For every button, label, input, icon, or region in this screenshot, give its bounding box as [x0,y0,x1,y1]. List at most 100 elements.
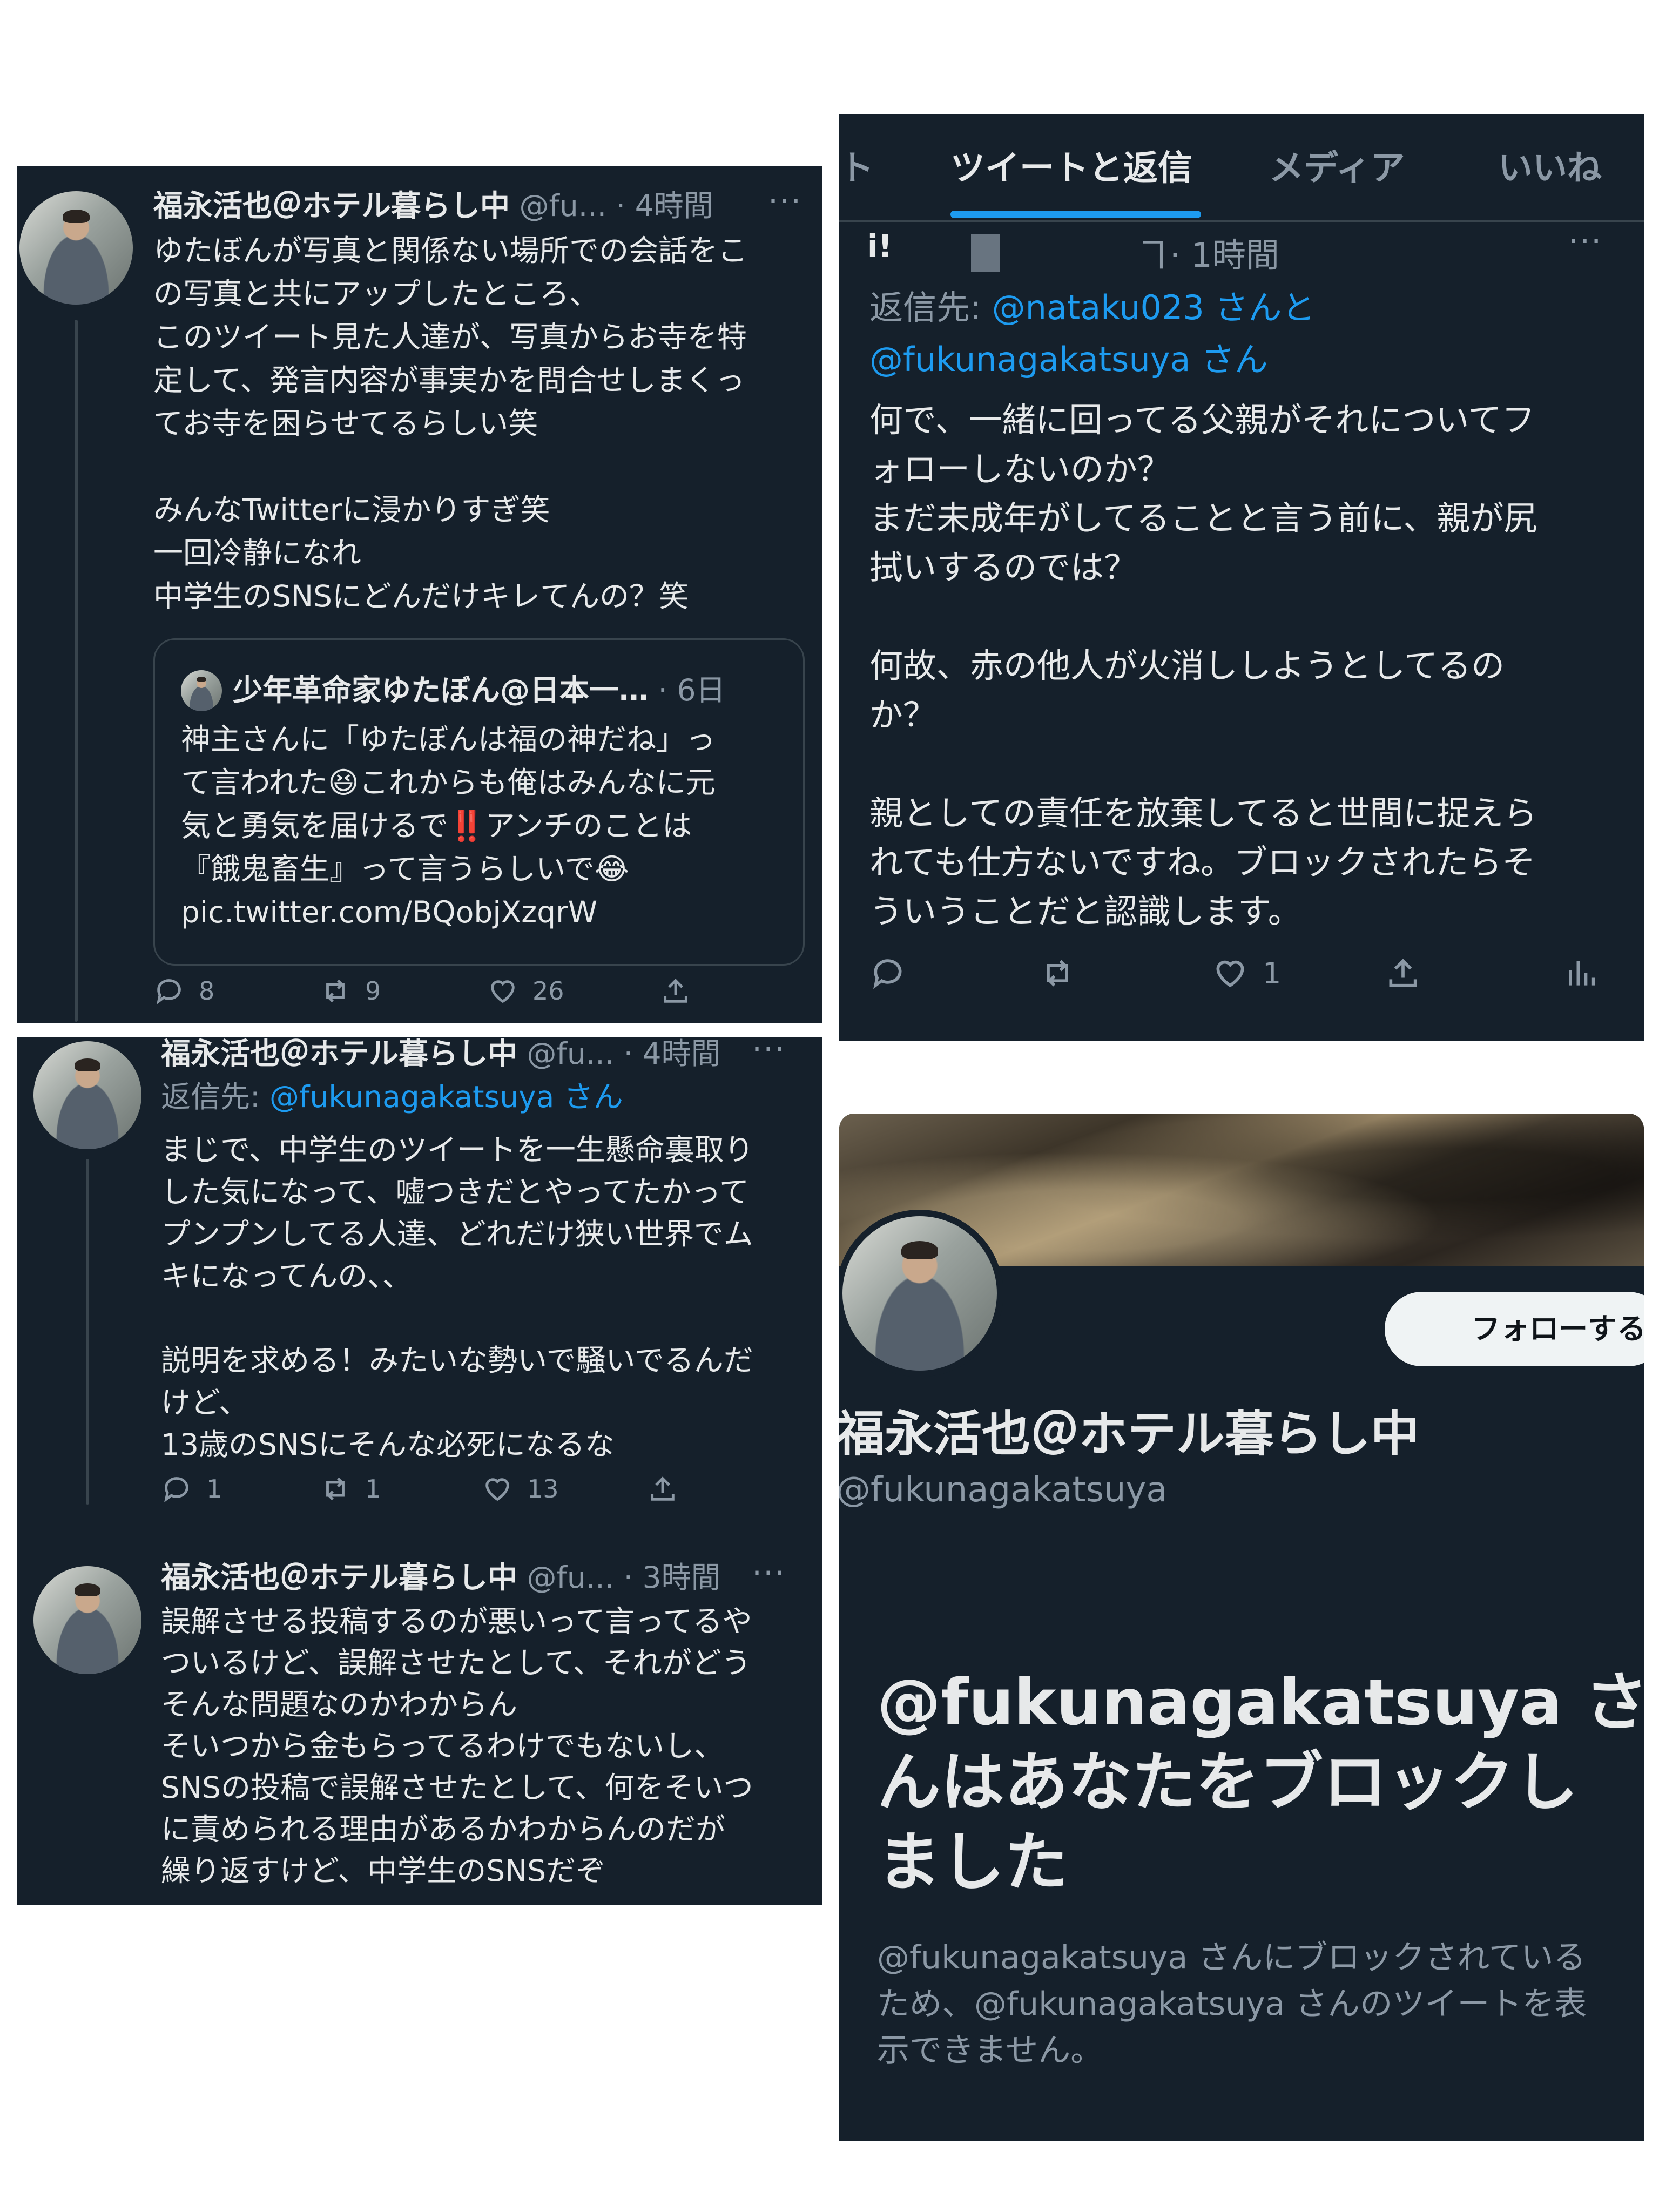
blocked-title: @fukunagakatsuya さ んはあなたをブロックし ました [877,1662,1644,1902]
avatar[interactable] [33,1566,141,1674]
active-tab-indicator [950,211,1201,218]
more-options-icon[interactable]: ··· [768,183,802,220]
retweet-button[interactable] [1039,955,1076,992]
quoted-header: 少年革命家ゆたぼん@日本一… · 6日 [233,671,725,709]
like-button[interactable]: 1 [1212,955,1281,992]
tab-tweets[interactable]: ト [839,140,874,190]
more-options-icon[interactable]: ··· [752,1037,786,1068]
reply-prefix: 返信先: [161,1080,270,1114]
blocked-desc-line: @fukunagakatsuya さんにブロックされている [877,1939,1586,1977]
tweet-line: ゆたぼんが写真と関係ない場所での会話をこ [153,233,748,268]
user-fragment[interactable]: i! [867,228,892,265]
heart-icon [1216,960,1244,988]
tweet-line: 繰り返すけど、中学生のSNSだぞ [161,1853,606,1888]
tweet-line: ついるけど、誤解させたとして、それがどう [161,1645,751,1680]
share-button[interactable] [660,975,691,1007]
profile-handle: @fukunagakatsuya [839,1470,1168,1510]
tweet-line: 説明を求める！みたいな勢いで騒いでるんだ [161,1343,753,1378]
share-icon [1389,959,1417,987]
retweet-icon [326,979,345,1003]
tweet-line: に責められる理由があるかわからんのだが [161,1812,726,1846]
blocked-description: @fukunagakatsuya さんにブロックされている ため、@fukuna… [877,1934,1587,2074]
share-icon [651,1476,675,1501]
tweet-line: まじで、中学生のツイートを一生懸命裏取り [161,1132,754,1167]
blocked-desc-line: ため、@fukunagakatsuya さんのツイートを表 [877,1985,1587,2023]
quoted-line: 『餓鬼畜生』って言うらしいで😂 [181,852,629,886]
display-name[interactable]: 福永活也＠ホテル暮らし中 [161,1560,517,1595]
tweet-line [153,445,747,488]
tab-tweets-and-replies[interactable]: ツイートと返信 [950,140,1192,190]
reply-button[interactable] [869,955,906,992]
mention-link[interactable]: @fukunagakatsuya [269,1080,554,1114]
more-options-icon[interactable]: ··· [1568,222,1602,260]
tweet-line: けど、 [161,1385,249,1420]
like-count: 26 [532,976,564,1006]
tweet-line: 拭いするのでは？ [869,548,1138,587]
tweet-line [869,592,1537,641]
tweet-panel-2: 福永活也＠ホテル暮らし中 @fu... · 4時間 ··· 返信先: @fuku… [17,1037,822,1905]
tweet-line: 中学生のSNSにどんだけキレてんの？笑 [153,579,689,613]
mention-link[interactable]: @nataku023 [992,288,1204,327]
tab-likes[interactable]: いいね [1498,140,1602,190]
tweet-meta: @fu... · 4時間 [519,188,713,223]
retweet-button[interactable]: 9 [320,975,381,1007]
tweet-line: SNSの投稿で誤解させたとして、何をそいつ [161,1770,753,1805]
tweet-meta: @fu... · 4時間 [527,1037,721,1071]
tweet-line: 何故、赤の他人が火消ししようとしてるの [869,646,1505,685]
reply-connector: さんと [1204,288,1316,327]
thread-line [86,1159,89,1505]
reply-button[interactable]: 8 [153,975,214,1007]
reply-suffix: さん [1190,340,1269,379]
tweet-line: した気になって、嘘つきだとやってたかって [161,1175,750,1209]
reply-icon [873,959,902,989]
like-button[interactable]: 13 [482,1473,559,1505]
display-name[interactable]: 福永活也＠ホテル暮らし中 [161,1037,517,1071]
retweet-count: 9 [365,976,381,1006]
analytics-button[interactable] [1563,955,1600,992]
reply-prefix: 返信先: [869,288,992,327]
share-button[interactable] [647,1473,678,1505]
quoted-tweet[interactable]: 少年革命家ゆたぼん@日本一… · 6日 神主さんに「ゆたぼんは福の神だね」っ て… [153,638,805,966]
tweet-line [869,739,1537,788]
quoted-link[interactable]: pic.twitter.com/BQobjXzqrW [181,891,716,934]
retweet-button[interactable]: 1 [320,1473,381,1505]
tweet-line [161,1297,754,1339]
blocked-profile-panel: フォローする 福永活也＠ホテル暮らし中 @fukunagakatsuya @fu… [839,1114,1644,2141]
tweet-body: 何で、一緒に回ってる父親がそれについてフ ォローしないのか？ まだ未成年がしてる… [869,395,1537,936]
like-count: 13 [527,1474,559,1503]
tweet-line: 親としての責任を放棄してると世間に捉えら [869,793,1537,833]
avatar[interactable] [19,191,133,305]
tweet-meta: @fu... · 3時間 [527,1560,721,1595]
avatar[interactable] [33,1041,141,1149]
profile-avatar[interactable] [839,1210,1003,1377]
tweet-line: 何で、一緒に回ってる父親がそれについてフ [869,400,1535,440]
heart-icon [491,980,515,1003]
quoted-line: 神主さんに「ゆたぼんは福の神だね」っ [181,722,716,757]
heart-icon [485,1478,509,1501]
tweet-line: れても仕方ないですね。ブロックされたらそ [869,842,1536,882]
tweet-meta: ヿ· 1時間 [1136,235,1279,275]
quoted-display-name: 少年革命家ゆたぼん@日本一… [233,673,649,707]
reply-button[interactable]: 1 [161,1473,222,1505]
display-name[interactable]: 福永活也＠ホテル暮らし中 [153,188,510,223]
share-button[interactable] [1385,955,1421,992]
retweet-count: 1 [365,1474,381,1503]
follow-button[interactable]: フォローする [1385,1292,1644,1366]
tweet-body: 誤解させる投稿するのが悪いって言ってるや ついるけど、誤解させたとして、それがど… [161,1601,753,1892]
reply-to: 返信先: @nataku023 さんと @fukunagakatsuya さん [869,282,1626,386]
tab-media[interactable]: メディア [1269,140,1405,190]
reply-suffix: さん [554,1080,623,1114]
mention-link[interactable]: @fukunagakatsuya [869,340,1190,379]
tweet-line: 13歳のSNSにそんな必死になるな [161,1427,615,1462]
tweet-line: てお寺を困らせてるらしい笑 [153,406,538,441]
thread-line [75,320,78,1022]
quoted-body: 神主さんに「ゆたぼんは福の神だね」っ て言われた😆これからも俺はみんなに元 気と… [181,718,716,934]
reply-count: 8 [199,976,215,1006]
tweet-line: 一回冷静になれ [153,536,362,570]
quoted-line: 気と勇気を届けるで‼️アンチのことは [181,808,692,843]
tweet-header: 福永活也＠ホテル暮らし中 @fu... · 4時間 [153,187,713,225]
like-button[interactable]: 26 [487,975,564,1007]
tab-divider [839,220,1644,222]
blocked-desc-line: 示できません。 [877,2032,1103,2069]
more-options-icon[interactable]: ··· [752,1554,786,1592]
